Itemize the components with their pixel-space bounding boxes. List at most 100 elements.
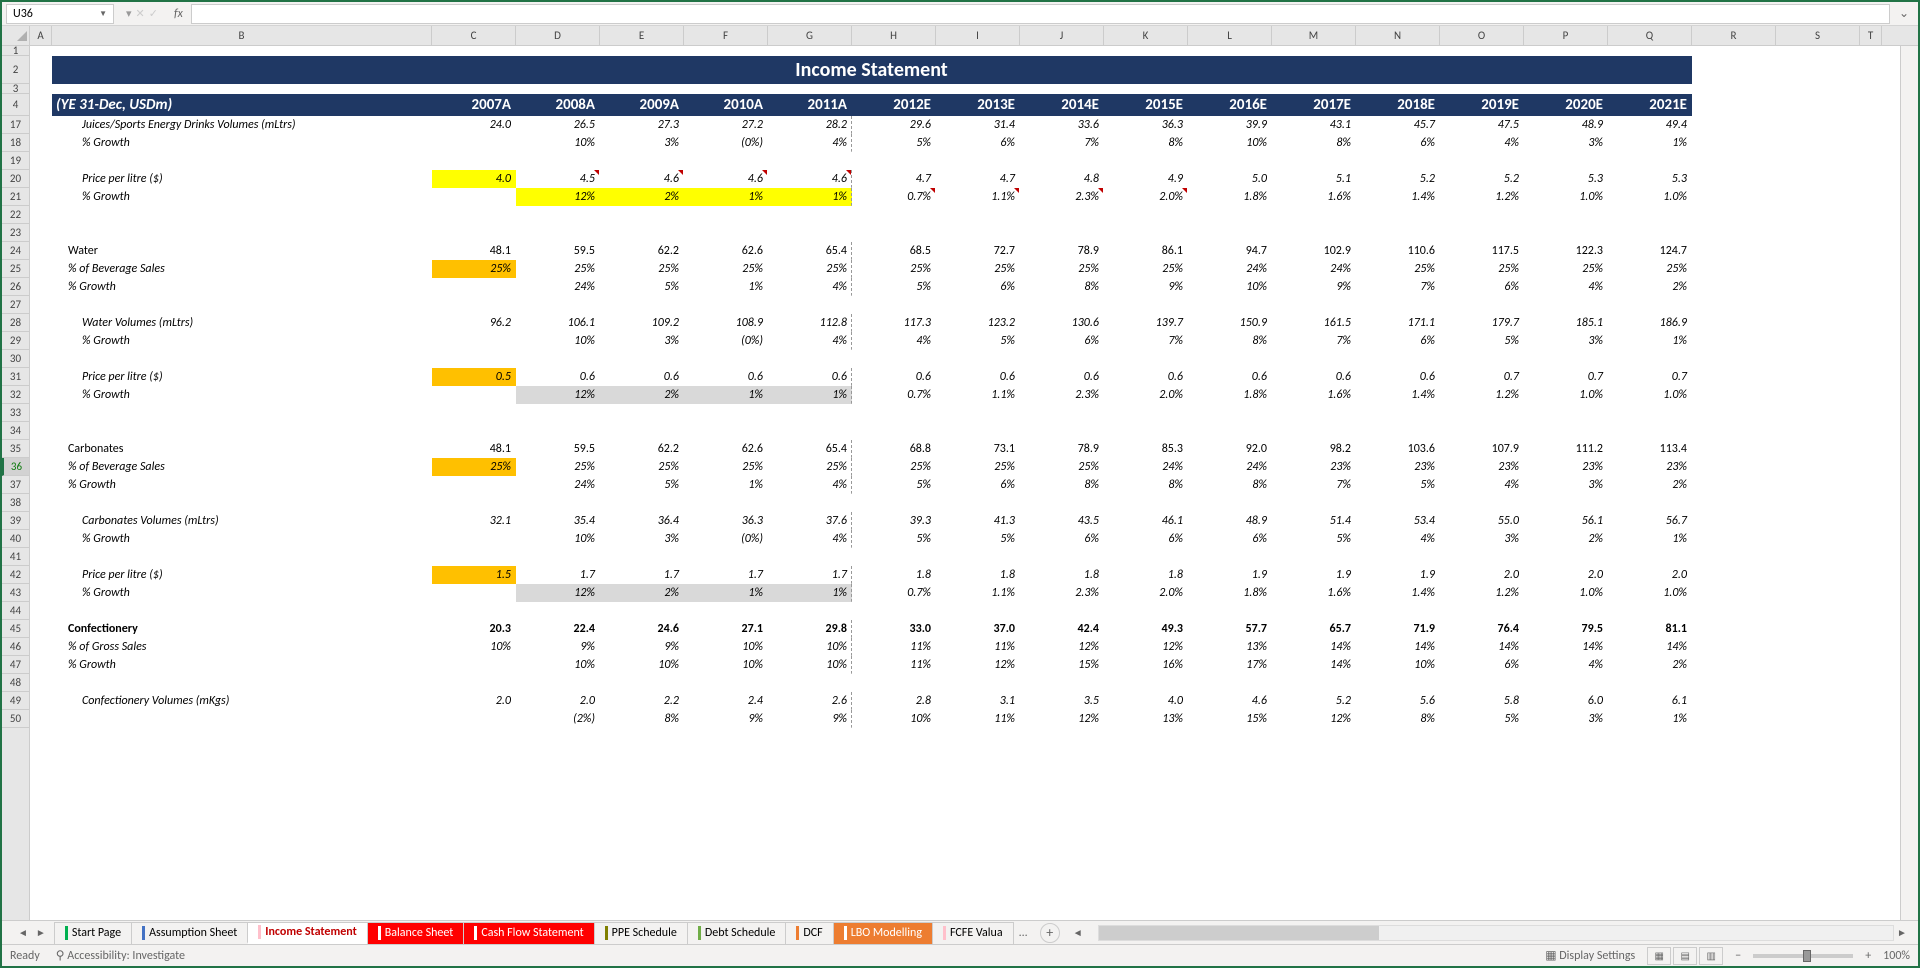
cell-value[interactable]: 6% [1356, 332, 1440, 350]
cell-value[interactable]: 124.7 [1608, 242, 1692, 260]
scrollbar-horizontal[interactable] [1098, 925, 1894, 941]
cell-value[interactable]: 14% [1524, 638, 1608, 656]
cell-value[interactable]: 27.2 [684, 116, 768, 134]
cell-value[interactable]: 25% [1020, 458, 1104, 476]
cell-value[interactable]: 2.0 [1524, 566, 1608, 584]
cell-value[interactable]: 2% [1608, 656, 1692, 674]
row-header[interactable]: 32 [2, 386, 29, 404]
cell-value[interactable]: 6.0 [1524, 692, 1608, 710]
cell-value[interactable]: 9% [516, 638, 600, 656]
cell-value[interactable]: (0%) [684, 530, 768, 548]
cell-value[interactable]: 5% [600, 278, 684, 296]
scroll-left-icon[interactable]: ◄ [1070, 926, 1086, 939]
column-header[interactable]: P [1524, 26, 1608, 45]
cell-value[interactable]: 32.1 [432, 512, 516, 530]
cell-value[interactable]: 6% [1356, 134, 1440, 152]
row-header[interactable]: 46 [2, 638, 29, 656]
cell-value[interactable]: 2.0% [1104, 386, 1188, 404]
zoom-level[interactable]: 100% [1883, 949, 1910, 963]
cell-value[interactable]: 10% [516, 656, 600, 674]
display-settings[interactable]: ▦ Display Settings [1545, 948, 1635, 963]
cell-value[interactable]: 48.1 [432, 242, 516, 260]
cell-value[interactable]: 12% [936, 656, 1020, 674]
row-header[interactable]: 47 [2, 656, 29, 674]
cell-value[interactable]: 5% [936, 332, 1020, 350]
cell-value[interactable] [432, 332, 516, 350]
cell-value[interactable]: 1.1% [936, 386, 1020, 404]
cell-value[interactable]: 55.0 [1440, 512, 1524, 530]
cell-value[interactable]: 92.0 [1188, 440, 1272, 458]
cell-value[interactable]: 12% [1104, 638, 1188, 656]
cell-value[interactable]: 2% [1524, 530, 1608, 548]
cell-value[interactable]: 2.0 [516, 692, 600, 710]
cell-value[interactable]: 5% [1272, 530, 1356, 548]
cell-value[interactable]: 25% [1524, 260, 1608, 278]
cell-value[interactable]: 41.3 [936, 512, 1020, 530]
cell-value[interactable]: 2% [1608, 476, 1692, 494]
cell-value[interactable]: 171.1 [1356, 314, 1440, 332]
cell-value[interactable]: 6% [1020, 332, 1104, 350]
cell-value[interactable]: 1% [684, 278, 768, 296]
cell-value[interactable]: 65.4 [768, 440, 852, 458]
cell-value[interactable]: 43.5 [1020, 512, 1104, 530]
view-normal-icon[interactable]: ▦ [1647, 947, 1671, 965]
cell-value[interactable]: 8% [1104, 476, 1188, 494]
column-header[interactable]: M [1272, 26, 1356, 45]
cell-value[interactable]: 1.6% [1272, 386, 1356, 404]
cell-value[interactable]: 42.4 [1020, 620, 1104, 638]
cell-value[interactable]: 14% [1608, 638, 1692, 656]
cell-value[interactable]: 36.3 [1104, 116, 1188, 134]
cell-value[interactable]: 25% [1104, 260, 1188, 278]
cell-value[interactable]: 43.1 [1272, 116, 1356, 134]
cell-value[interactable]: 14% [1272, 656, 1356, 674]
row-header[interactable]: 30 [2, 350, 29, 368]
cell-value[interactable]: 4% [1524, 278, 1608, 296]
cell-value[interactable]: 28.2 [768, 116, 852, 134]
cell-value[interactable]: 57.7 [1188, 620, 1272, 638]
cell-value[interactable]: 117.5 [1440, 242, 1524, 260]
column-header[interactable]: G [768, 26, 852, 45]
row-header[interactable]: 28 [2, 314, 29, 332]
cell-value[interactable]: 27.3 [600, 116, 684, 134]
name-box[interactable]: U36▼ [6, 4, 114, 24]
cell-value[interactable]: 111.2 [1524, 440, 1608, 458]
cell-value[interactable]: 8% [1272, 134, 1356, 152]
cell-value[interactable]: 0.7 [1440, 368, 1524, 386]
cell-value[interactable]: 1% [684, 584, 768, 602]
cell-value[interactable]: 1.8 [1104, 566, 1188, 584]
cell-value[interactable]: 4% [768, 476, 852, 494]
cell-value[interactable]: 10% [768, 638, 852, 656]
cell-value[interactable]: 112.8 [768, 314, 852, 332]
cell-value[interactable]: 6% [1440, 656, 1524, 674]
cell-value[interactable] [432, 476, 516, 494]
cell-value[interactable]: 23% [1356, 458, 1440, 476]
view-page-layout-icon[interactable]: ▤ [1673, 947, 1697, 965]
row-header[interactable]: 17 [2, 116, 29, 134]
cell-value[interactable]: 0.6 [852, 368, 936, 386]
cell-value[interactable]: 39.9 [1188, 116, 1272, 134]
cell-value[interactable]: 10% [600, 656, 684, 674]
cell-value[interactable]: 139.7 [1104, 314, 1188, 332]
cell-value[interactable]: 78.9 [1020, 440, 1104, 458]
cell-value[interactable]: 2% [600, 386, 684, 404]
cell-value[interactable] [432, 134, 516, 152]
column-header[interactable]: L [1188, 26, 1272, 45]
cell-value[interactable]: 2.4 [684, 692, 768, 710]
cell-value[interactable]: 3% [1524, 134, 1608, 152]
cell-value[interactable]: 1.8% [1188, 188, 1272, 206]
cell-value[interactable]: 78.9 [1020, 242, 1104, 260]
column-header[interactable]: B [52, 26, 432, 45]
row-header[interactable]: 31 [2, 368, 29, 386]
cell-value[interactable]: 1.9 [1188, 566, 1272, 584]
cell-value[interactable]: 106.1 [516, 314, 600, 332]
cell-value[interactable]: 1.5 [432, 566, 516, 584]
row-header[interactable]: 21 [2, 188, 29, 206]
cell-value[interactable]: 0.7 [1608, 368, 1692, 386]
cell-value[interactable]: 5.0 [1188, 170, 1272, 188]
cell-value[interactable]: 0.6 [768, 368, 852, 386]
cell-value[interactable]: 1.1% [936, 584, 1020, 602]
cell-value[interactable]: 1.8% [1188, 584, 1272, 602]
zoom-out[interactable]: − [1735, 949, 1741, 963]
cell-value[interactable]: 1% [684, 476, 768, 494]
cell-value[interactable]: 2.3% [1020, 584, 1104, 602]
